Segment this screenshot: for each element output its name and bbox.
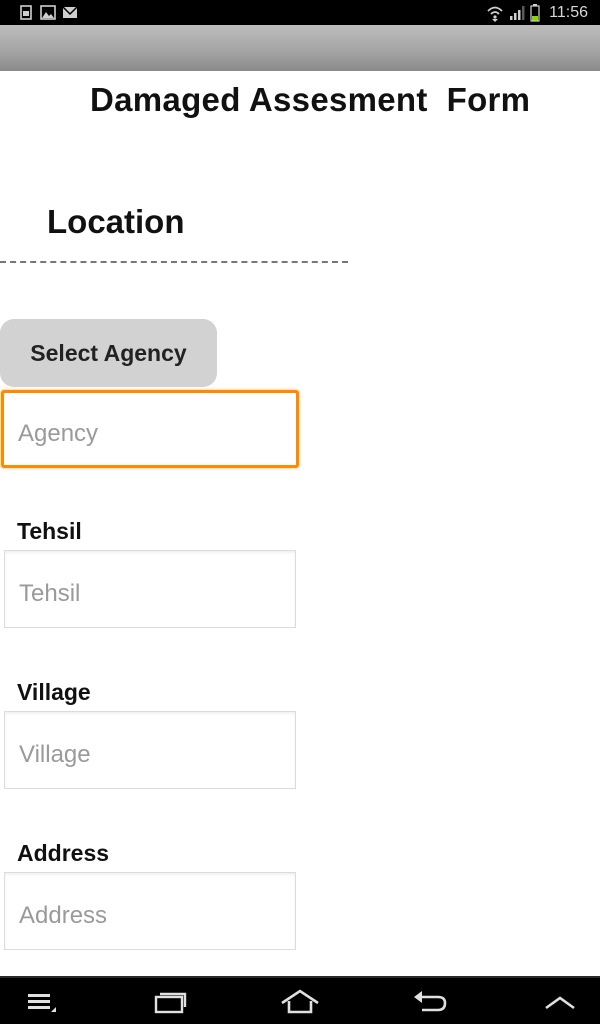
clock: 11:56 bbox=[549, 4, 588, 21]
recent-apps-icon bbox=[154, 992, 187, 1014]
address-label: Address bbox=[17, 840, 110, 866]
back-button[interactable] bbox=[400, 982, 460, 1022]
back-icon bbox=[414, 991, 447, 1012]
hide-keyboard-icon bbox=[545, 996, 575, 1010]
signal-icon bbox=[510, 6, 525, 20]
page-title: Damaged Assesment Form bbox=[90, 81, 531, 118]
village-field[interactable] bbox=[4, 711, 296, 789]
menu-icon bbox=[28, 994, 56, 1012]
recent-apps-button[interactable] bbox=[140, 982, 200, 1022]
section-title-location: Location bbox=[47, 203, 185, 240]
tehsil-field[interactable] bbox=[4, 550, 296, 628]
home-button[interactable] bbox=[270, 982, 330, 1022]
agency-field[interactable] bbox=[1, 390, 299, 468]
tehsil-label: Tehsil bbox=[17, 518, 82, 544]
notification-icons bbox=[18, 5, 78, 20]
address-field[interactable] bbox=[4, 872, 296, 950]
action-bar bbox=[0, 25, 600, 71]
select-agency-button[interactable]: Select Agency bbox=[0, 319, 217, 387]
home-icon bbox=[281, 989, 319, 1014]
menu-button[interactable] bbox=[12, 982, 72, 1022]
mail-icon bbox=[62, 6, 78, 18]
navigation-bar bbox=[0, 976, 600, 1024]
image-icon bbox=[40, 5, 56, 20]
hide-keyboard-button[interactable] bbox=[530, 982, 590, 1022]
village-label: Village bbox=[17, 679, 91, 705]
system-icons: 11:56 bbox=[486, 3, 588, 23]
dashed-divider bbox=[0, 261, 348, 263]
wifi-icon bbox=[487, 6, 503, 22]
sim-icon bbox=[20, 5, 32, 20]
form-content: Damaged Assesment Form Location Select A… bbox=[0, 71, 600, 976]
status-bar: 11:56 bbox=[0, 0, 600, 25]
battery-icon bbox=[530, 4, 540, 22]
